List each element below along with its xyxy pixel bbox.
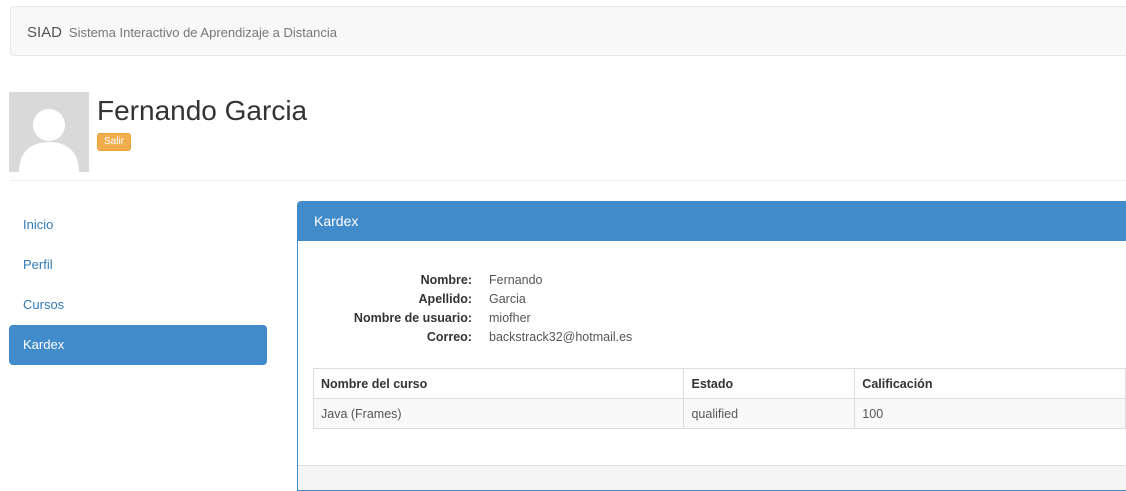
user-info: Nombre: Fernando Apellido: Garcia Nombre d… [298,271,632,347]
user-avatar-icon [9,92,89,172]
cell-estado: qualified [683,398,856,429]
sidebar-nav: Inicio Perfil Cursos Kardex [9,205,267,365]
info-value: miofher [489,311,531,325]
sidebar-item-perfil[interactable]: Perfil [9,245,267,285]
sidebar-item-kardex[interactable]: Kardex [9,325,267,365]
user-name: Fernando Garcia [97,95,308,126]
sidebar-item-inicio[interactable]: Inicio [9,205,267,245]
panel-footer [298,465,1126,490]
info-value: backstrack32@hotmail.es [489,330,633,344]
top-navbar: SIAD Sistema Interactivo de Aprendizaje … [10,6,1126,56]
info-label: Nombre de usuario: [353,311,472,325]
info-row-usuario: Nombre de usuario: miofher [298,309,632,328]
column-header-estado: Estado [683,368,856,399]
logout-button[interactable]: Salir [97,133,132,151]
column-header-calificacion: Calificación [854,368,1126,399]
cell-curso: Java (Frames) [312,398,685,429]
header-divider [10,180,1126,181]
brand-long: Sistema Interactivo de Aprendizaje a Dis… [68,25,337,40]
navbar-brand[interactable]: SIAD Sistema Interactivo de Aprendizaje … [27,24,337,41]
table-row: Java (Frames) qualified 100 [312,398,1126,429]
kardex-panel: Kardex Nombre: Fernando Apellido: Garcia N… [297,201,1126,491]
info-row-apellido: Apellido: Garcia [298,290,632,309]
kardex-table: Nombre del curso Estado Calificación Jav… [312,368,1126,429]
column-header-curso: Nombre del curso [312,368,685,399]
info-value: Fernando [489,273,543,287]
info-row-correo: Correo: backstrack32@hotmail.es [298,328,632,347]
sidebar-item-cursos[interactable]: Cursos [9,285,267,325]
brand-short: SIAD [27,24,63,41]
info-label: Correo: [426,330,472,344]
info-value: Garcia [489,292,526,306]
panel-title: Kardex [298,202,1126,241]
info-row-nombre: Nombre: Fernando [298,271,632,290]
table-header-row: Nombre del curso Estado Calificación [312,368,1126,399]
cell-calificacion: 100 [854,398,1126,429]
info-label: Nombre: [420,273,472,287]
info-label: Apellido: [418,292,472,306]
